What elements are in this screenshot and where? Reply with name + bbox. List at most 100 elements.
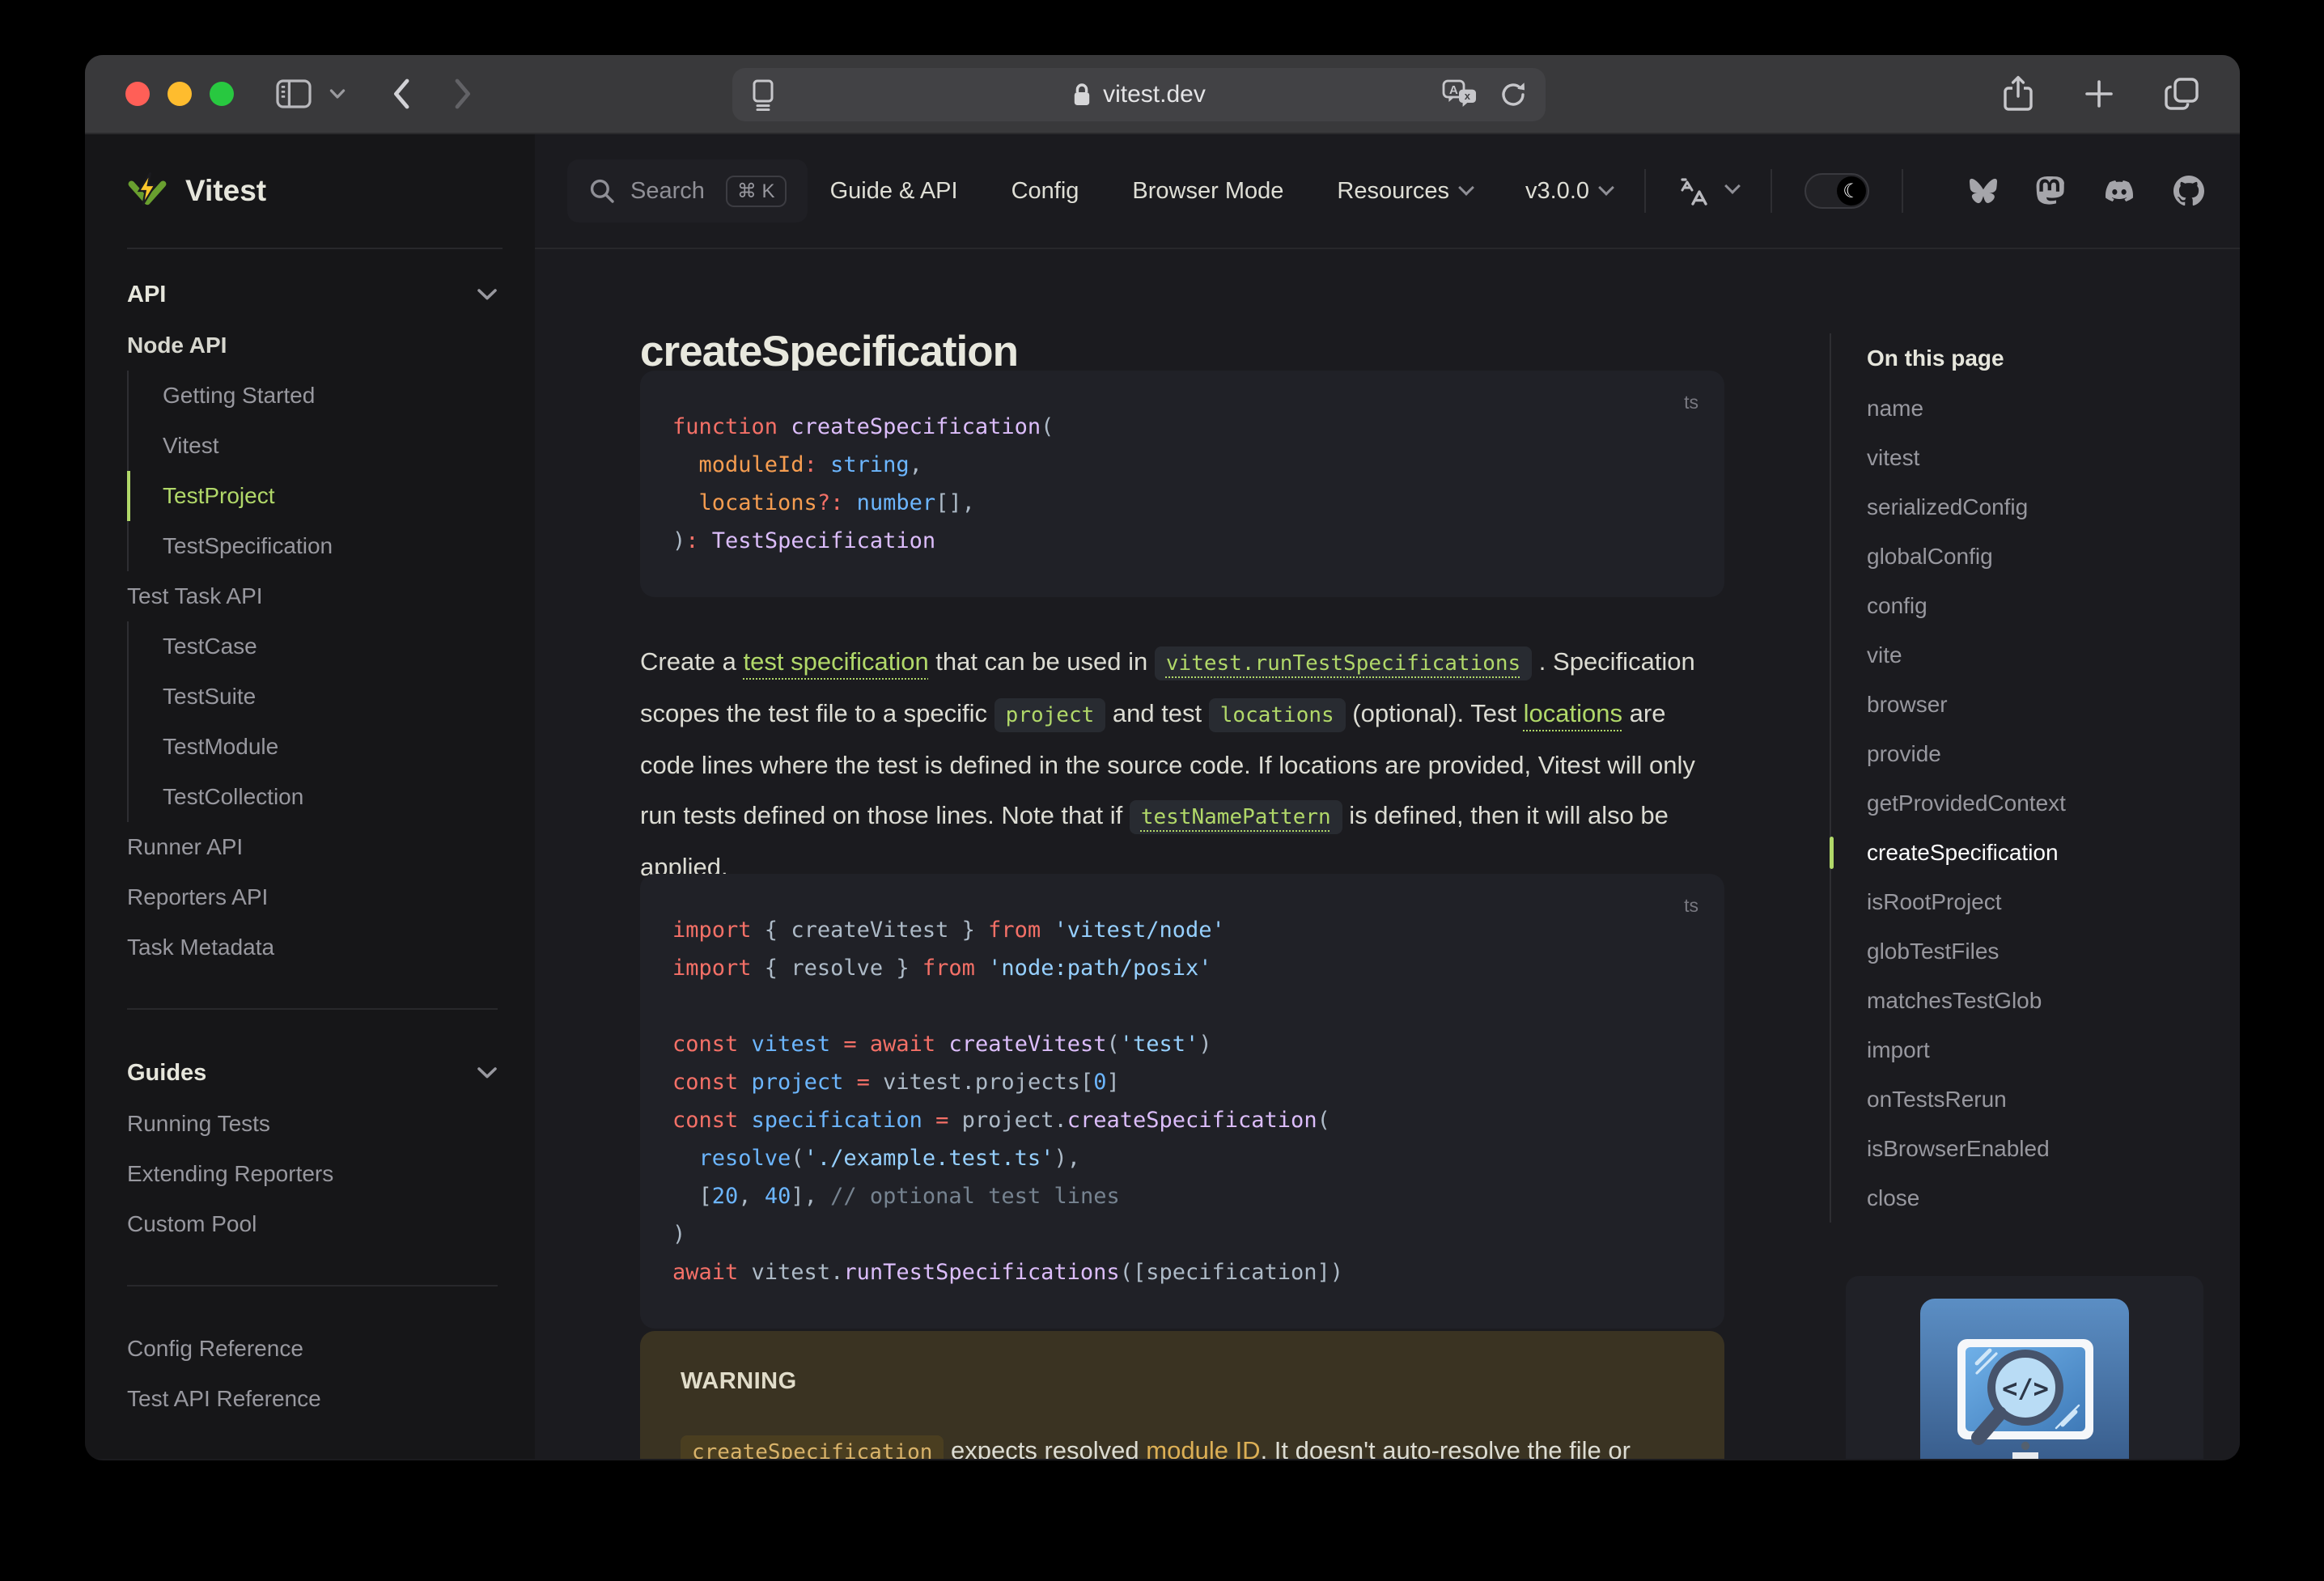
- sidebar-group-references: Config Reference Test API Reference: [127, 1286, 535, 1424]
- sidebar-item[interactable]: Task Metadata: [127, 922, 535, 973]
- ad-card[interactable]: </>: [1846, 1276, 2203, 1459]
- outline-link[interactable]: onTestsRerun: [1867, 1074, 2210, 1124]
- sidebar-item[interactable]: TestProject: [127, 471, 535, 521]
- reload-icon[interactable]: [1499, 80, 1528, 109]
- sidebar-item[interactable]: TestModule: [127, 722, 535, 772]
- code-line: locations?: number[],: [698, 490, 975, 515]
- sidebar-item[interactable]: TestCase: [127, 621, 535, 672]
- site-logo[interactable]: Vitest: [127, 134, 503, 249]
- sidebar-item[interactable]: Reporters API: [127, 872, 535, 922]
- address-bar[interactable]: vitest.dev Ax: [732, 68, 1546, 121]
- theme-toggle[interactable]: ☾: [1804, 173, 1869, 209]
- outline-link[interactable]: globTestFiles: [1867, 926, 2210, 976]
- sidebar-item[interactable]: Config Reference: [127, 1324, 535, 1374]
- outline-link[interactable]: globalConfig: [1867, 532, 2210, 581]
- inline-link[interactable]: vitest.runTestSpecifications: [1154, 646, 1533, 680]
- code-block-example[interactable]: ts import { createVitest } from 'vitest/…: [640, 874, 1724, 1329]
- inline-link[interactable]: testNamePattern: [1129, 800, 1342, 834]
- warning-body: createSpecification expects resolved mod…: [681, 1426, 1684, 1459]
- back-button[interactable]: [391, 77, 412, 111]
- outline-link[interactable]: vite: [1867, 630, 2210, 680]
- inline-link[interactable]: locations: [1524, 699, 1622, 727]
- nav-link[interactable]: Browser Mode: [1132, 178, 1283, 205]
- outline-link[interactable]: vitest: [1867, 433, 2210, 482]
- mastodon-icon[interactable]: [2036, 176, 2065, 206]
- sidebar-item[interactable]: TestCollection: [127, 772, 535, 822]
- close-window-button[interactable]: [125, 82, 150, 106]
- sidebar-toggle-icon[interactable]: [276, 78, 312, 109]
- outline-link[interactable]: createSpecification: [1830, 828, 2210, 877]
- outline-link[interactable]: getProvidedContext: [1867, 778, 2210, 828]
- inline-link[interactable]: test specification: [744, 647, 929, 676]
- code-line: const vitest = await createVitest('test'…: [672, 1032, 1212, 1057]
- code-line: import { resolve } from 'node:path/posix…: [672, 956, 1212, 981]
- inline-code: project: [994, 698, 1106, 732]
- translate-page-icon[interactable]: Ax: [1442, 79, 1478, 110]
- top-navbar: Search ⌘ K Guide & API Config Browser Mode…: [535, 134, 2240, 249]
- nav-link[interactable]: Config: [1011, 178, 1079, 205]
- code-line: const specification = project.createSpec…: [672, 1108, 1330, 1133]
- sidebar-group-header[interactable]: Guides: [127, 1047, 535, 1099]
- zoom-window-button[interactable]: [210, 82, 234, 106]
- outline-link[interactable]: isBrowserEnabled: [1867, 1124, 2210, 1173]
- sidebar: Vitest API Node API Getting Started Vitest…: [85, 134, 535, 1459]
- search-button[interactable]: Search ⌘ K: [567, 159, 808, 223]
- sidebar-group-guides: Guides Running Tests Extending Reporters C…: [127, 1010, 535, 1249]
- sidebar-group-api: API Node API Getting Started Vitest TestPro…: [127, 249, 535, 973]
- inline-link[interactable]: module ID: [1146, 1436, 1260, 1459]
- social-links: [1968, 176, 2204, 206]
- outline-link[interactable]: serializedConfig: [1867, 482, 2210, 532]
- outline-link[interactable]: provide: [1867, 729, 2210, 778]
- sidebar-menu-chevron-icon[interactable]: [329, 88, 346, 100]
- sidebar-item[interactable]: Runner API: [127, 822, 535, 872]
- sidebar-item[interactable]: TestSpecification: [127, 521, 535, 571]
- reader-view-icon[interactable]: [750, 78, 776, 111]
- description-paragraph: Create a test specification that can be …: [640, 646, 1695, 881]
- nav-link[interactable]: v3.0.0: [1525, 178, 1612, 205]
- sidebar-group-header[interactable]: API: [127, 269, 535, 320]
- nav-link[interactable]: Resources: [1337, 178, 1472, 205]
- outline-aside: On this page name vitest serializedConfig g…: [1830, 249, 2210, 1459]
- url-text: vitest.dev: [1103, 81, 1206, 108]
- outline-link[interactable]: import: [1867, 1025, 2210, 1074]
- sidebar-item[interactable]: Extending Reporters: [127, 1149, 535, 1199]
- language-switcher[interactable]: [1678, 175, 1738, 207]
- sidebar-item[interactable]: Test API Reference: [127, 1374, 535, 1424]
- sidebar-item[interactable]: Getting Started: [127, 371, 535, 421]
- github-icon[interactable]: [2173, 176, 2204, 206]
- outline-link[interactable]: isRootProject: [1867, 877, 2210, 926]
- nav-link[interactable]: Guide & API: [830, 178, 958, 205]
- code-line: ): TestSpecification: [672, 528, 936, 553]
- share-icon[interactable]: [2002, 74, 2034, 113]
- search-icon: [588, 177, 616, 205]
- new-tab-icon[interactable]: [2083, 78, 2115, 110]
- sidebar-group-title: API: [127, 281, 167, 307]
- discord-icon[interactable]: [2102, 177, 2136, 205]
- minimize-window-button[interactable]: [168, 82, 192, 106]
- outline-link[interactable]: config: [1867, 581, 2210, 630]
- outline-link[interactable]: name: [1867, 384, 2210, 433]
- tab-overview-icon[interactable]: [2164, 77, 2199, 111]
- sidebar-item[interactable]: Custom Pool: [127, 1199, 535, 1249]
- sidebar-item[interactable]: Test Task API: [127, 571, 535, 621]
- sidebar-item[interactable]: TestSuite: [127, 672, 535, 722]
- search-label: Search: [630, 177, 705, 204]
- forward-button[interactable]: [452, 77, 473, 111]
- code-line: await vitest.runTestSpecifications([spec…: [672, 1260, 1344, 1285]
- sidebar-item[interactable]: Node API: [127, 320, 535, 371]
- code-line: moduleId: string,: [698, 452, 922, 477]
- outline-title: On this page: [1867, 345, 2004, 371]
- code-line: resolve('./example.test.ts'),: [698, 1146, 1080, 1171]
- chevron-down-icon: [477, 1067, 497, 1079]
- window-controls: [125, 82, 234, 106]
- sidebar-item[interactable]: Vitest: [127, 421, 535, 471]
- outline-link[interactable]: close: [1867, 1173, 2210, 1223]
- translate-icon: [1681, 178, 1707, 206]
- code-lang-badge: ts: [1684, 392, 1698, 413]
- sidebar-item[interactable]: Running Tests: [127, 1099, 535, 1149]
- bluesky-icon[interactable]: [1968, 177, 1999, 205]
- code-block-signature[interactable]: ts function createSpecification( moduleI…: [640, 371, 1724, 597]
- outline-link[interactable]: browser: [1867, 680, 2210, 729]
- inline-code: createSpecification: [681, 1435, 944, 1459]
- outline-link[interactable]: matchesTestGlob: [1867, 976, 2210, 1025]
